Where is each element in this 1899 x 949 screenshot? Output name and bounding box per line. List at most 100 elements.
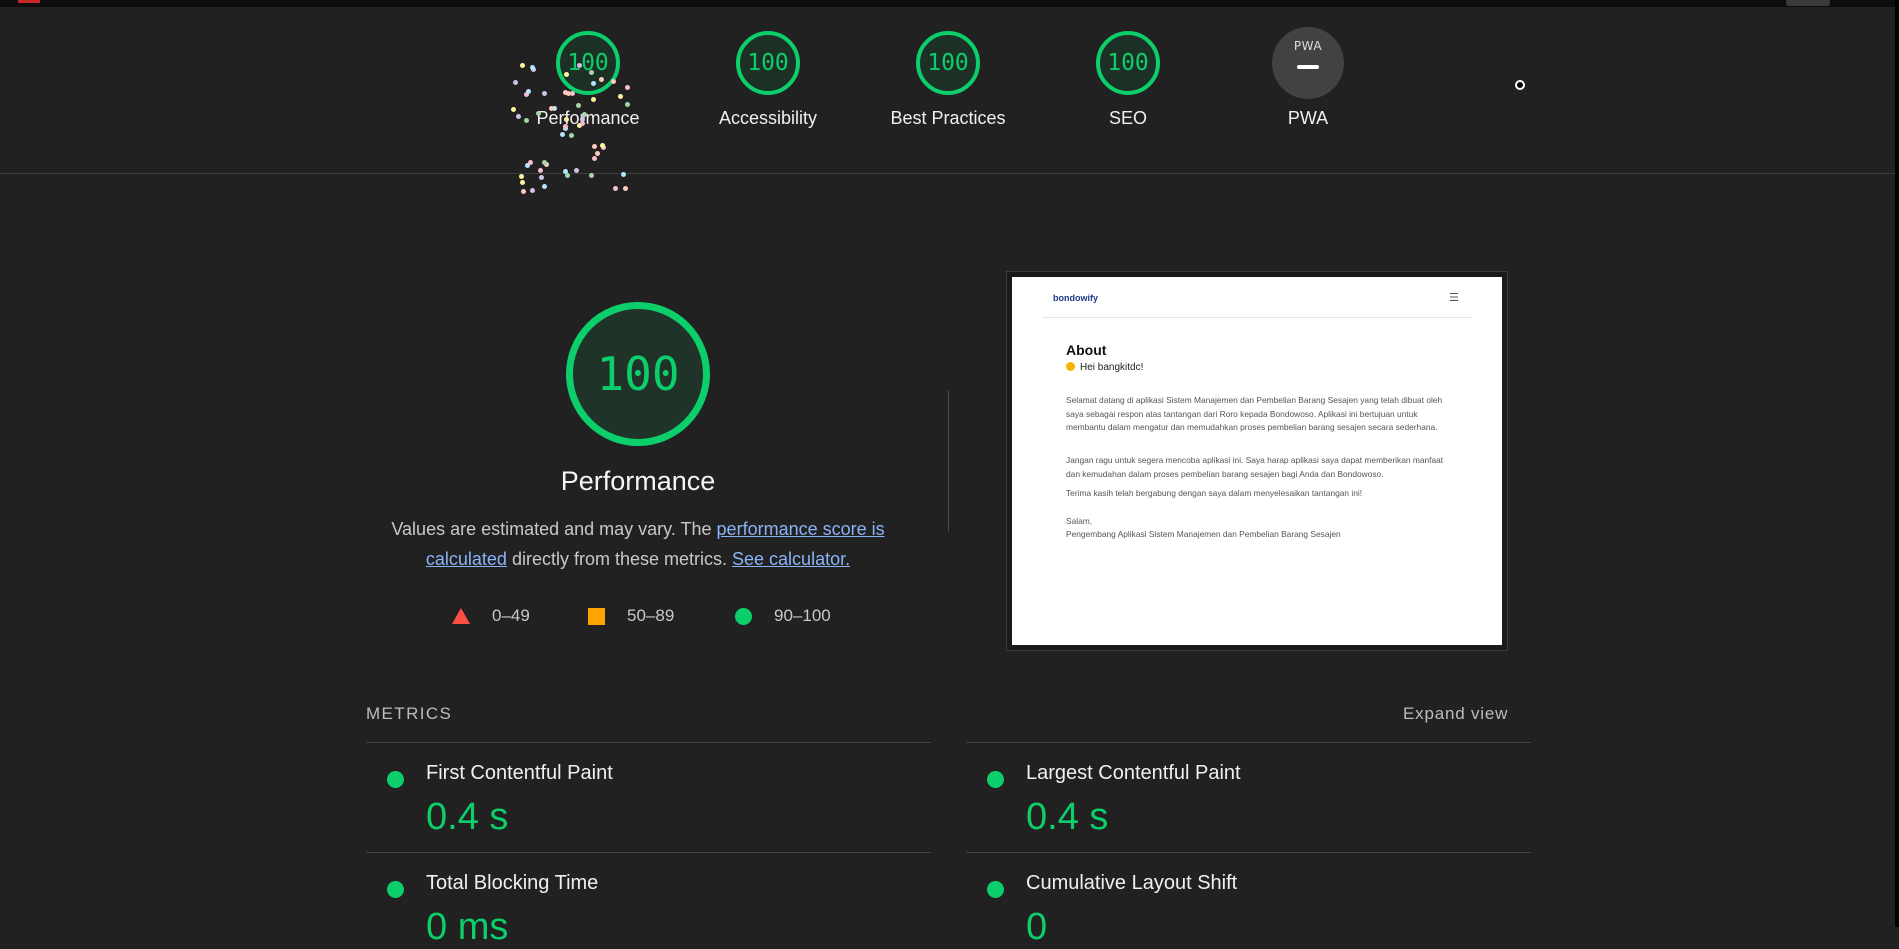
confetti-dot (520, 63, 525, 68)
metric-value: 0 ms (426, 906, 509, 948)
confetti-dot (560, 132, 565, 137)
confetti-dot (538, 168, 543, 173)
confetti-dot (564, 117, 569, 122)
confetti-dot (600, 143, 605, 148)
pwa-badge-text: PWA (1293, 39, 1323, 53)
performance-title: Performance (560, 466, 716, 496)
confetti-dot (613, 186, 618, 191)
performance-score-gauge: 100 (566, 302, 710, 446)
about-paragraph: Salam, (1066, 516, 1093, 526)
confetti-dot (591, 81, 596, 86)
gauge-label: Best Practices (890, 108, 1006, 128)
confetti-dot (530, 65, 535, 70)
pass-circle-icon (387, 881, 404, 898)
legend-pass: 90–100 (735, 606, 831, 626)
triangle-icon (452, 608, 470, 624)
divider (948, 390, 949, 532)
confetti-dot (591, 97, 596, 102)
confetti-dot (549, 106, 554, 111)
score-gauges-header: 100 Performance 100 Accessibility 100 Be… (0, 7, 1895, 174)
desc-text: directly from these metrics. (506, 549, 733, 569)
divider (366, 742, 931, 743)
confetti-dot (621, 172, 626, 177)
tab-favicon[interactable] (18, 0, 40, 3)
about-paragraph: Selamat datang di aplikasi Sistem Manaje… (1066, 395, 1443, 432)
confetti-dot (566, 91, 571, 96)
pass-circle-icon (987, 771, 1004, 788)
confetti-dot (539, 175, 544, 180)
legend-average: 50–89 (588, 606, 674, 626)
confetti-dot (625, 102, 630, 107)
confetti-dot (542, 184, 547, 189)
pwa-badge-icon: PWA (1272, 27, 1344, 99)
gauge-accessibility[interactable]: 100 Accessibility (678, 31, 858, 129)
confetti-dot (625, 85, 630, 90)
confetti-dot (536, 111, 541, 116)
score-ring: 100 (1096, 31, 1160, 95)
confetti-dot (580, 121, 585, 126)
confetti-dot (530, 188, 535, 193)
confetti-decoration (510, 60, 640, 200)
mouse-cursor-icon (1515, 80, 1525, 90)
divider (366, 852, 931, 853)
confetti-dot (524, 118, 529, 123)
pass-circle-icon (387, 771, 404, 788)
browser-top-strip (0, 0, 1899, 7)
pwa-dash-icon (1297, 65, 1319, 69)
performance-description: Values are estimated and may vary. The p… (378, 514, 898, 574)
see-calculator-link[interactable]: See calculator. (732, 549, 850, 569)
final-screenshot[interactable]: bondowify ☰ About Hei bangkitdc! Selamat… (1012, 277, 1502, 645)
square-icon (588, 607, 605, 625)
about-paragraph: Jangan ragu untuk segera mencoba aplikas… (1066, 455, 1444, 479)
confetti-dot (576, 103, 581, 108)
score-ring: 100 (916, 31, 980, 95)
confetti-dot (623, 186, 628, 191)
confetti-dot (525, 163, 530, 168)
confetti-dot (513, 80, 518, 85)
site-brand: bondowify (1053, 293, 1098, 303)
confetti-dot (595, 151, 600, 156)
gauge-best-practices[interactable]: 100 Best Practices (858, 31, 1038, 129)
legend-range: 90–100 (774, 606, 831, 625)
legend-range: 0–49 (492, 606, 530, 625)
hamburger-menu-icon: ☰ (1449, 292, 1459, 304)
window-control[interactable] (1786, 0, 1830, 6)
gauge-seo[interactable]: 100 SEO (1038, 31, 1218, 129)
metric-label: Total Blocking Time (426, 872, 599, 894)
legend-fail: 0–49 (452, 606, 530, 626)
confetti-dot (589, 70, 594, 75)
gauge-pwa[interactable]: PWA PWA (1218, 27, 1398, 129)
scrollbar[interactable] (1895, 0, 1899, 927)
confetti-dot (592, 156, 597, 161)
confetti-dot (542, 160, 547, 165)
score-ring: 100 (736, 31, 800, 95)
pass-circle-icon (987, 881, 1004, 898)
metric-value: 0 (1026, 906, 1048, 948)
confetti-dot (542, 91, 547, 96)
gauge-label: PWA (1287, 108, 1329, 128)
confetti-dot (511, 107, 516, 112)
confetti-dot (520, 180, 525, 185)
confetti-dot (574, 168, 579, 173)
confetti-dot (577, 63, 582, 68)
confetti-dot (521, 189, 526, 194)
waving-hand-icon (1066, 362, 1075, 371)
gauge-label: SEO (1108, 108, 1147, 128)
metric-label: First Contentful Paint (426, 762, 613, 784)
metric-label: Largest Contentful Paint (1026, 762, 1241, 784)
about-paragraph: Pengembang Aplikasi Sistem Manajemen dan… (1066, 529, 1341, 539)
divider (966, 742, 1531, 743)
expand-view-button[interactable]: Expand view (1403, 704, 1508, 724)
metric-value: 0.4 s (1026, 796, 1109, 838)
confetti-dot (564, 72, 569, 77)
confetti-dot (519, 174, 524, 179)
legend-range: 50–89 (627, 606, 675, 625)
circle-icon (735, 607, 752, 625)
confetti-dot (618, 94, 623, 99)
greeting: Hei bangkitdc! (1066, 362, 1143, 373)
confetti-dot (592, 144, 597, 149)
confetti-dot (569, 133, 574, 138)
confetti-dot (611, 79, 616, 84)
confetti-dot (526, 89, 531, 94)
divider (966, 852, 1531, 853)
